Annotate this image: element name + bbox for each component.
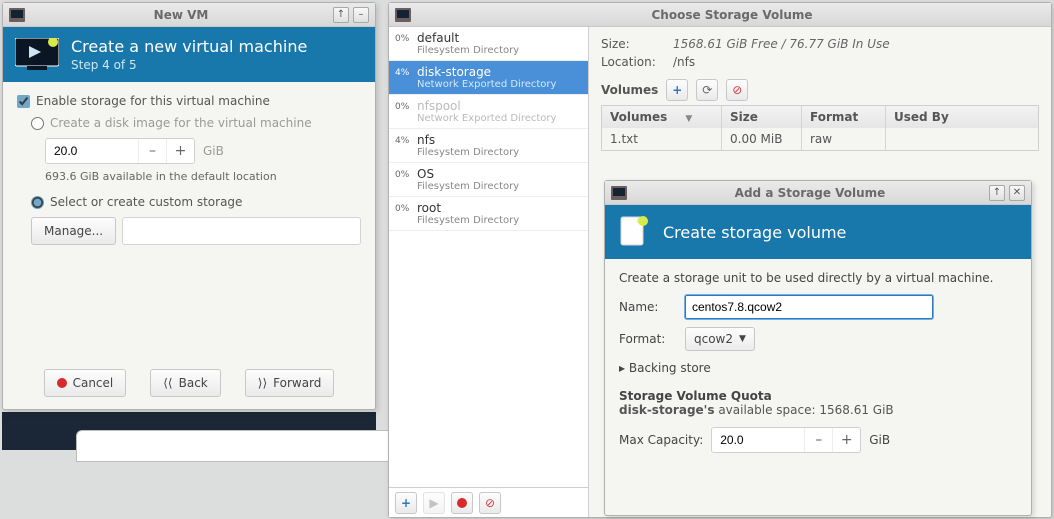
- decrement-button[interactable]: –: [804, 428, 832, 452]
- new-vm-window: New VM ↑ – Create a new virtual machine …: [2, 2, 376, 410]
- pool-item-OS[interactable]: 0%OSFilesystem Directory: [389, 163, 588, 197]
- table-header[interactable]: Volumes▼ Size Format Used By: [602, 106, 1038, 128]
- pool-item-nfspool[interactable]: 0%nfspoolNetwork Exported Directory: [389, 95, 588, 129]
- format-label: Format:: [619, 332, 675, 346]
- volumes-table: Volumes▼ Size Format Used By 1.txt 0.00 …: [601, 105, 1039, 151]
- pool-type: Filesystem Directory: [417, 45, 519, 56]
- forward-button[interactable]: ⟩⟩Forward: [245, 369, 335, 397]
- pool-percent: 0%: [395, 201, 417, 214]
- titlebar[interactable]: Choose Storage Volume: [389, 3, 1051, 27]
- delete-pool-button[interactable]: ⊘: [479, 492, 501, 514]
- close-icon[interactable]: ✕: [1009, 185, 1025, 201]
- pool-name: default: [417, 31, 519, 45]
- back-icon: ⟨⟨: [163, 376, 172, 390]
- pool-type: Filesystem Directory: [417, 181, 519, 192]
- app-icon: [9, 8, 25, 22]
- sort-caret-icon[interactable]: ▼: [685, 114, 692, 124]
- pool-type: Network Exported Directory: [417, 79, 556, 90]
- format-combo[interactable]: qcow2 ▼: [685, 327, 755, 351]
- disk-size-stepper[interactable]: – +: [45, 138, 195, 164]
- pool-percent: 0%: [395, 99, 417, 112]
- increment-button[interactable]: +: [832, 428, 860, 452]
- pool-name: disk-storage: [417, 65, 556, 79]
- triangle-right-icon: ▸: [619, 361, 625, 375]
- pool-name: nfspool: [417, 99, 556, 113]
- window-title: Add a Storage Volume: [635, 186, 985, 200]
- titlebar[interactable]: Add a Storage Volume ↑ ✕: [605, 181, 1031, 205]
- pool-item-root[interactable]: 0%rootFilesystem Directory: [389, 197, 588, 231]
- decrement-button[interactable]: –: [138, 139, 166, 163]
- quota-title: Storage Volume Quota: [619, 389, 1017, 403]
- forward-icon: ⟩⟩: [258, 376, 267, 390]
- size-label: Size:: [601, 37, 665, 51]
- volume-name-input[interactable]: [685, 295, 933, 319]
- size-value: 1568.61 GiB Free / 76.77 GiB In Use: [673, 37, 890, 51]
- chevron-down-icon: ▼: [739, 334, 746, 344]
- pool-percent: 0%: [395, 31, 417, 44]
- banner-title: Create storage volume: [663, 223, 846, 242]
- table-row[interactable]: 1.txt 0.00 MiB raw: [602, 128, 1038, 150]
- wizard-banner: Create a new virtual machine Step 4 of 5: [3, 27, 375, 82]
- pin-up-icon[interactable]: ↑: [989, 185, 1005, 201]
- location-value: /nfs: [673, 55, 695, 69]
- pool-name: root: [417, 201, 519, 215]
- pool-type: Filesystem Directory: [417, 215, 519, 226]
- create-disk-label: Create a disk image for the virtual mach…: [50, 116, 312, 130]
- enable-storage-checkbox[interactable]: [17, 95, 30, 108]
- storage-pool-list: 0%defaultFilesystem Directory4%disk-stor…: [389, 27, 589, 517]
- stop-icon: [57, 378, 67, 388]
- pool-percent: 4%: [395, 65, 417, 78]
- max-capacity-input[interactable]: [712, 433, 804, 447]
- pool-item-default[interactable]: 0%defaultFilesystem Directory: [389, 27, 588, 61]
- window-title: New VM: [33, 8, 329, 22]
- start-pool-button[interactable]: ▶: [423, 492, 445, 514]
- pool-name: OS: [417, 167, 519, 181]
- window-title: Choose Storage Volume: [419, 8, 1045, 22]
- manage-button[interactable]: Manage...: [31, 217, 116, 245]
- document-icon: [617, 215, 651, 249]
- app-icon: [395, 8, 411, 22]
- add-storage-volume-window: Add a Storage Volume ↑ ✕ Create storage …: [604, 180, 1032, 516]
- pool-name: nfs: [417, 133, 519, 147]
- cancel-button[interactable]: Cancel: [44, 369, 127, 397]
- pool-percent: 4%: [395, 133, 417, 146]
- delete-volume-button[interactable]: ⊘: [726, 79, 748, 101]
- pool-type: Filesystem Directory: [417, 147, 519, 158]
- max-capacity-unit: GiB: [869, 433, 890, 447]
- titlebar[interactable]: New VM ↑ –: [3, 3, 375, 27]
- max-capacity-stepper[interactable]: – +: [711, 427, 861, 453]
- pool-item-nfs[interactable]: 4%nfsFilesystem Directory: [389, 129, 588, 163]
- backing-store-expander[interactable]: ▸ Backing store: [619, 361, 1017, 375]
- name-label: Name:: [619, 300, 675, 314]
- custom-storage-radio[interactable]: [31, 196, 44, 209]
- app-icon: [611, 186, 627, 200]
- pool-item-disk-storage[interactable]: 4%disk-storageNetwork Exported Directory: [389, 61, 588, 95]
- available-space-hint: 693.6 GiB available in the default locat…: [45, 170, 361, 183]
- quota-line: disk-storage's available space: 1568.61 …: [619, 403, 1017, 417]
- add-pool-button[interactable]: +: [395, 492, 417, 514]
- close-icon[interactable]: –: [353, 7, 369, 23]
- disk-size-input[interactable]: [46, 144, 138, 158]
- pin-up-icon[interactable]: ↑: [333, 7, 349, 23]
- disk-size-unit: GiB: [203, 144, 224, 158]
- add-volume-button[interactable]: +: [666, 79, 688, 101]
- banner: Create storage volume: [605, 205, 1031, 259]
- volumes-label: Volumes: [601, 83, 658, 97]
- monitor-icon: [15, 38, 59, 72]
- banner-title: Create a new virtual machine: [71, 37, 307, 56]
- back-button[interactable]: ⟨⟨Back: [150, 369, 221, 397]
- location-label: Location:: [601, 55, 665, 69]
- custom-storage-label: Select or create custom storage: [50, 195, 242, 209]
- max-capacity-label: Max Capacity:: [619, 433, 703, 447]
- create-disk-radio[interactable]: [31, 117, 44, 130]
- enable-storage-label: Enable storage for this virtual machine: [36, 94, 270, 108]
- intro-text: Create a storage unit to be used directl…: [619, 271, 1017, 285]
- custom-storage-path-field[interactable]: [122, 217, 361, 245]
- pool-percent: 0%: [395, 167, 417, 180]
- stop-pool-button[interactable]: [451, 492, 473, 514]
- increment-button[interactable]: +: [166, 139, 194, 163]
- refresh-volumes-button[interactable]: ⟳: [696, 79, 718, 101]
- pool-type: Network Exported Directory: [417, 113, 556, 124]
- banner-step: Step 4 of 5: [71, 58, 307, 72]
